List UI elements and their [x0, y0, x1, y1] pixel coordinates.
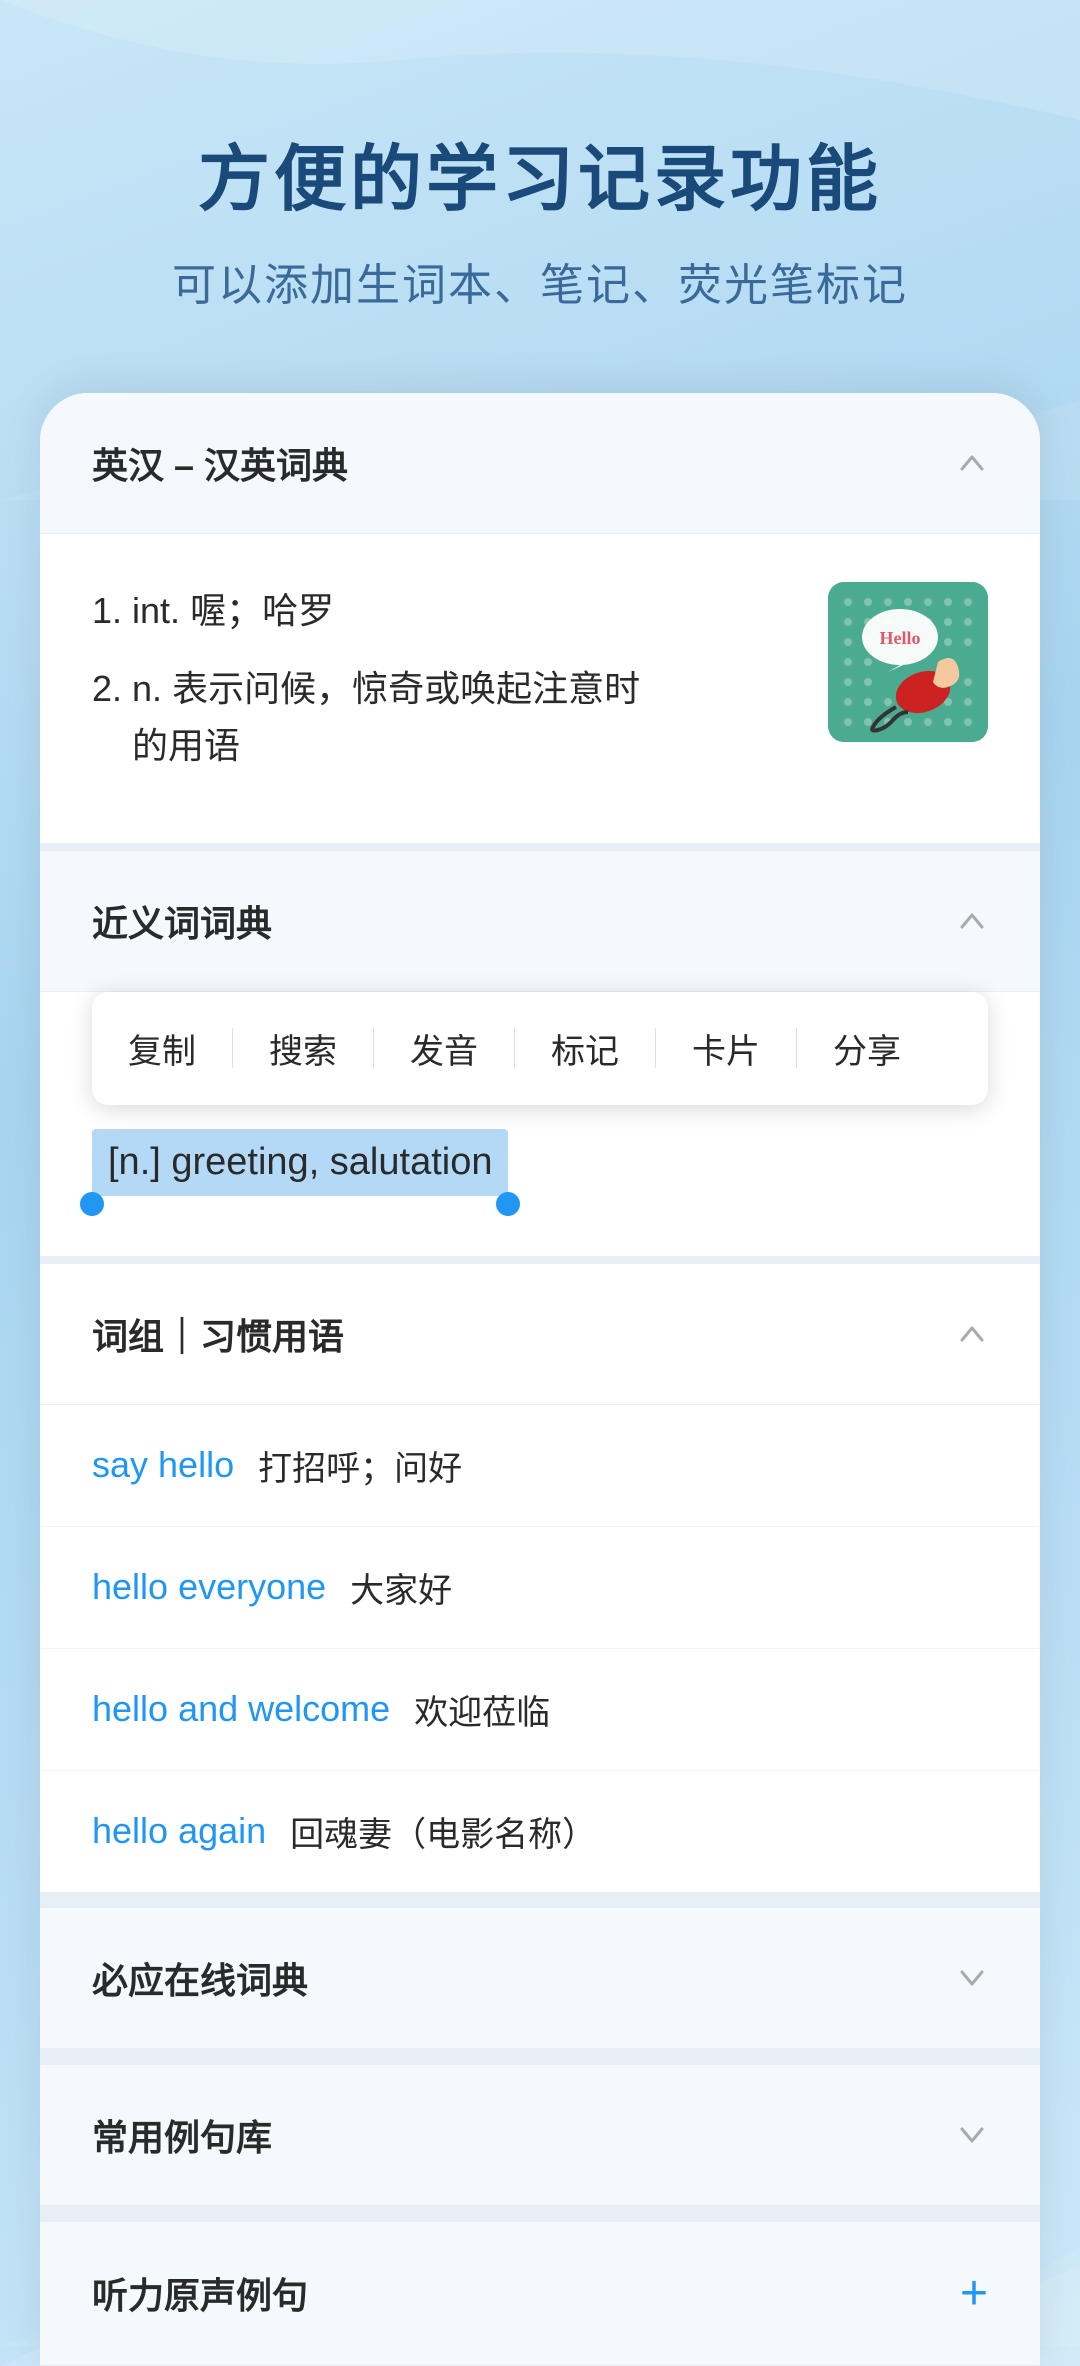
dict-def-text-2: n.: [132, 668, 162, 709]
page-title: 方便的学习记录功能: [60, 120, 1020, 225]
context-menu-mark[interactable]: 标记: [515, 992, 655, 1105]
dict-image: Hello: [828, 582, 988, 742]
listening-section-header[interactable]: 听力原声例句 +: [40, 2214, 1040, 2366]
dict-def-text-1: int.: [132, 590, 180, 631]
phrase-english-3: hello and welcome: [92, 1688, 390, 1730]
page-subtitle: 可以添加生词本、笔记、荧光笔标记: [60, 249, 1020, 313]
main-card: 英汉 – 汉英词典 1. int. 喔；哈罗 2. n. 表示问候，惊奇或唤起注…: [40, 393, 1040, 2366]
context-menu-copy[interactable]: 复制: [92, 992, 232, 1105]
context-menu-share[interactable]: 分享: [797, 992, 937, 1105]
dict-entry: 1. int. 喔；哈罗 2. n. 表示问候，惊奇或唤起注意时 的用语: [92, 582, 988, 795]
svg-text:Hello: Hello: [880, 628, 921, 648]
section-divider-2: [40, 1256, 1040, 1264]
section-divider-3: [40, 1892, 1040, 1900]
dict-def-meaning-2: 表示问候，惊奇或唤起注意时 的用语: [92, 668, 640, 767]
dict-def-1: 1. int. 喔；哈罗: [92, 582, 828, 640]
phrases-list: say hello 打招呼；问好 hello everyone 大家好 hell…: [40, 1405, 1040, 1892]
phrase-chinese-3: 欢迎莅临: [414, 1685, 550, 1734]
example-section-header[interactable]: 常用例句库: [40, 2057, 1040, 2206]
context-menu: 复制 搜索 发音 标记 卡片 分享: [92, 992, 988, 1105]
phrase-english-1: say hello: [92, 1444, 234, 1486]
dict-chevron-up-icon: [956, 447, 988, 479]
phrase-item-4[interactable]: hello again 回魂妻（电影名称）: [40, 1771, 1040, 1892]
phrase-english-2: hello everyone: [92, 1566, 326, 1608]
dict-def-meaning-1: 喔；哈罗: [190, 590, 334, 631]
biying-section-title: 必应在线词典: [92, 1952, 308, 2004]
phrase-item-3[interactable]: hello and welcome 欢迎莅临: [40, 1649, 1040, 1771]
context-menu-pronounce[interactable]: 发音: [374, 992, 514, 1105]
phrases-chevron-up-icon: [956, 1318, 988, 1350]
synonyms-chevron-up-icon: [956, 905, 988, 937]
phrases-section-header[interactable]: 词组｜习惯用语: [40, 1264, 1040, 1405]
context-menu-search[interactable]: 搜索: [233, 992, 373, 1105]
phrase-english-4: hello again: [92, 1810, 266, 1852]
context-menu-card[interactable]: 卡片: [656, 992, 796, 1105]
phrase-chinese-1: 打招呼；问好: [258, 1441, 462, 1490]
highlighted-text[interactable]: [n.] greeting, salutation: [92, 1129, 508, 1196]
synonyms-section-header[interactable]: 近义词词典: [40, 851, 1040, 992]
selection-handle-right: [496, 1192, 520, 1216]
synonyms-section-title: 近义词词典: [92, 895, 272, 947]
example-chevron-down-icon: [956, 2119, 988, 2151]
dict-index-1: 1.: [92, 590, 132, 631]
example-section-title: 常用例句库: [92, 2109, 272, 2161]
biying-chevron-down-icon: [956, 1962, 988, 1994]
phrases-section-title: 词组｜习惯用语: [92, 1308, 344, 1360]
listening-section-title: 听力原声例句: [92, 2267, 308, 2319]
selection-handle-left: [80, 1192, 104, 1216]
dict-content: 1. int. 喔；哈罗 2. n. 表示问候，惊奇或唤起注意时 的用语: [40, 534, 1040, 843]
section-divider-5: [40, 2206, 1040, 2214]
highlighted-text-area: [n.] greeting, salutation: [40, 1105, 1040, 1256]
listening-plus-button[interactable]: +: [960, 2266, 988, 2321]
section-divider-4: [40, 2049, 1040, 2057]
dict-definitions: 1. int. 喔；哈罗 2. n. 表示问候，惊奇或唤起注意时 的用语: [92, 582, 828, 795]
phrase-item-2[interactable]: hello everyone 大家好: [40, 1527, 1040, 1649]
section-divider-1: [40, 843, 1040, 851]
dict-section-title: 英汉 – 汉英词典: [92, 437, 348, 489]
biying-section-header[interactable]: 必应在线词典: [40, 1900, 1040, 2049]
dict-section-header[interactable]: 英汉 – 汉英词典: [40, 393, 1040, 534]
phrase-chinese-4: 回魂妻（电影名称）: [290, 1807, 596, 1856]
phrase-item-1[interactable]: say hello 打招呼；问好: [40, 1405, 1040, 1527]
header: 方便的学习记录功能 可以添加生词本、笔记、荧光笔标记: [0, 0, 1080, 393]
dict-index-2: 2.: [92, 668, 132, 709]
phrase-chinese-2: 大家好: [350, 1563, 452, 1612]
context-menu-container: 复制 搜索 发音 标记 卡片 分享 [n.] greeting, salutat…: [40, 992, 1040, 1256]
dict-def-2: 2. n. 表示问候，惊奇或唤起注意时 的用语: [92, 660, 828, 775]
